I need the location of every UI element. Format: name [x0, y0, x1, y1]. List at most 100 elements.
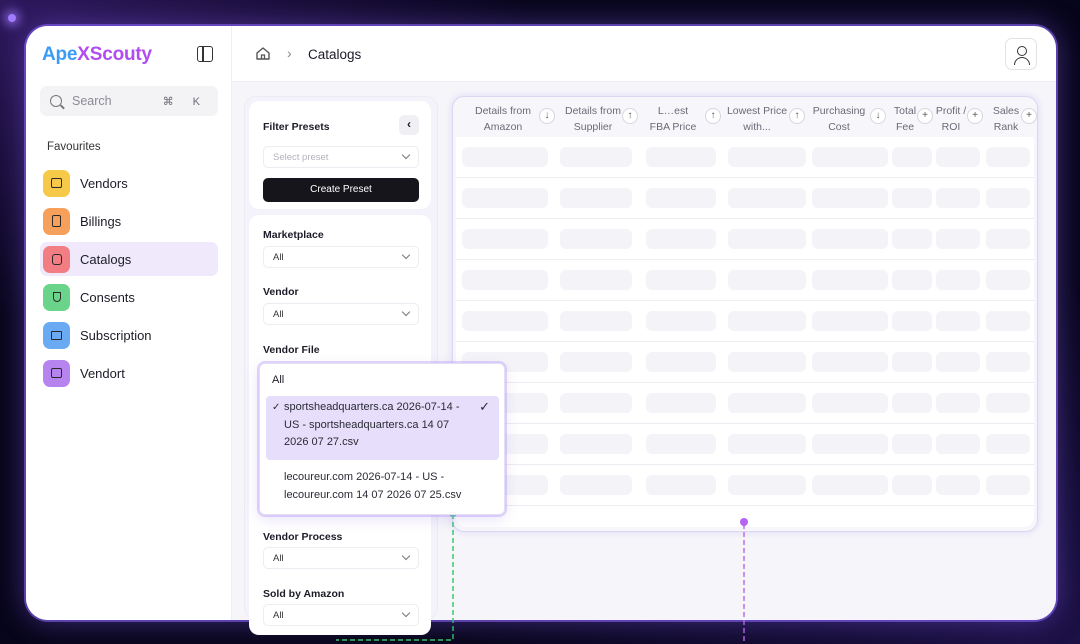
- skeleton-cell: [892, 434, 932, 454]
- column-header-lowest-price[interactable]: Lowest Price with...: [722, 104, 792, 135]
- column-header-details-amazon[interactable]: Details from Amazon: [467, 104, 539, 135]
- filter-presets-card: Filter Presets ‹ Select preset Create Pr…: [249, 101, 431, 209]
- skeleton-cell: [646, 311, 716, 331]
- vendor-select[interactable]: All: [263, 303, 419, 325]
- arrow-down-icon[interactable]: ↓: [870, 108, 886, 124]
- arrow-up-icon[interactable]: ↑: [622, 108, 638, 124]
- column-header-details-supplier[interactable]: Details from Supplier: [557, 104, 629, 135]
- sidebar-nav: Vendors Billings Catalogs Consents Subsc…: [40, 166, 218, 394]
- skeleton-cell: [462, 147, 548, 167]
- chevron-down-icon: [401, 307, 411, 317]
- skeleton-cell: [646, 188, 716, 208]
- arrow-up-icon[interactable]: ↑: [789, 108, 805, 124]
- connector-dot: [740, 518, 748, 526]
- sidebar-item-catalogs[interactable]: Catalogs: [40, 242, 218, 276]
- column-header-sales-rank[interactable]: Sales Rank: [987, 104, 1025, 135]
- row-divider: [456, 300, 1034, 301]
- chevron-right-icon: ›: [287, 45, 292, 61]
- skeleton-cell: [462, 311, 548, 331]
- arrow-down-icon[interactable]: ↓: [539, 108, 555, 124]
- skeleton-cell: [560, 352, 632, 372]
- skeleton-cell: [560, 188, 632, 208]
- create-preset-button[interactable]: Create Preset: [263, 178, 419, 202]
- row-divider: [456, 423, 1034, 424]
- folder-icon: [43, 359, 70, 387]
- skeleton-cell: [936, 147, 980, 167]
- search-placeholder: Search: [72, 94, 112, 108]
- connector-green: [336, 514, 454, 641]
- favourites-label: Favourites: [47, 141, 101, 153]
- skeleton-cell: [728, 229, 806, 249]
- row-divider: [456, 505, 1034, 506]
- home-icon[interactable]: [256, 47, 270, 60]
- vendor-file-dropdown: All ✓ ✓ sportsheadquarters.ca 2026-07-14…: [259, 363, 505, 515]
- topbar: › Catalogs: [232, 26, 1056, 82]
- sidebar-item-vendort[interactable]: Vendort: [40, 356, 218, 390]
- sidebar-item-billings[interactable]: Billings: [40, 204, 218, 238]
- skeleton-cell: [892, 270, 932, 290]
- skeleton-cell: [646, 393, 716, 413]
- dropdown-option[interactable]: lecoureur.com 2026-07-14 - US - lecoureu…: [266, 466, 499, 508]
- glow-dot: [8, 14, 16, 22]
- chevron-down-icon: [401, 150, 411, 160]
- skeleton-cell: [560, 147, 632, 167]
- search-input[interactable]: Search ⌘ K: [40, 86, 218, 116]
- column-header-total-fee[interactable]: Total Fee: [889, 104, 921, 135]
- skeleton-cell: [986, 229, 1030, 249]
- skeleton-cell: [728, 434, 806, 454]
- row-divider: [456, 259, 1034, 260]
- skeleton-cell: [892, 311, 932, 331]
- sidebar-item-subscription[interactable]: Subscription: [40, 318, 218, 352]
- sidebar-toggle-icon[interactable]: [197, 46, 213, 62]
- skeleton-cell: [462, 188, 548, 208]
- marketplace-select[interactable]: All: [263, 246, 419, 268]
- plus-icon[interactable]: +: [1021, 108, 1037, 124]
- connector-purple: [743, 524, 745, 644]
- vendor-label: Vendor: [263, 286, 299, 298]
- column-header-fba-price[interactable]: L…est FBA Price: [643, 104, 703, 135]
- skeleton-cell: [728, 270, 806, 290]
- skeleton-cell: [892, 393, 932, 413]
- skeleton-cell: [560, 311, 632, 331]
- dropdown-option-selected[interactable]: ✓ ✓ sportsheadquarters.ca 2026-07-14 - U…: [266, 396, 499, 460]
- preset-select[interactable]: Select preset: [263, 146, 419, 168]
- receipt-icon: [43, 207, 70, 235]
- sidebar-item-vendors[interactable]: Vendors: [40, 166, 218, 200]
- app-logo[interactable]: ApeXScouty: [42, 44, 152, 66]
- breadcrumb-current: Catalogs: [308, 47, 362, 62]
- filter-presets-title: Filter Presets: [263, 121, 330, 133]
- arrow-up-icon[interactable]: ↑: [705, 108, 721, 124]
- vendor-file-label: Vendor File: [263, 344, 320, 356]
- skeleton-cell: [936, 311, 980, 331]
- skeleton-cell: [892, 147, 932, 167]
- chevron-down-icon: [401, 250, 411, 260]
- skeleton-cell: [646, 434, 716, 454]
- skeleton-cell: [728, 147, 806, 167]
- column-header-purchasing-cost[interactable]: Purchasing Cost: [807, 104, 871, 135]
- catalog-table: Details from Amazon ↓ Details from Supplie…: [452, 96, 1038, 532]
- dropdown-option-all[interactable]: All: [272, 374, 284, 386]
- check-icon: ✓: [272, 402, 281, 413]
- plus-icon[interactable]: +: [967, 108, 983, 124]
- skeleton-cell: [812, 434, 888, 454]
- skeleton-cell: [728, 393, 806, 413]
- skeleton-cell: [646, 229, 716, 249]
- skeleton-cell: [936, 188, 980, 208]
- skeleton-cell: [462, 270, 548, 290]
- sidebar-item-consents[interactable]: Consents: [40, 280, 218, 314]
- skeleton-cell: [560, 393, 632, 413]
- skeleton-cell: [986, 475, 1030, 495]
- skeleton-cell: [560, 229, 632, 249]
- skeleton-cell: [812, 229, 888, 249]
- skeleton-cell: [560, 434, 632, 454]
- skeleton-cell: [986, 311, 1030, 331]
- user-icon[interactable]: [1005, 38, 1037, 70]
- crown-icon: [43, 321, 70, 349]
- column-header-profit-roi[interactable]: Profit / ROI: [931, 104, 971, 135]
- marketplace-label: Marketplace: [263, 229, 324, 241]
- skeleton-cell: [728, 475, 806, 495]
- check-icon: ✓: [479, 399, 490, 414]
- row-divider: [456, 341, 1034, 342]
- chevron-left-icon[interactable]: ‹: [399, 115, 419, 135]
- skeleton-cell: [812, 270, 888, 290]
